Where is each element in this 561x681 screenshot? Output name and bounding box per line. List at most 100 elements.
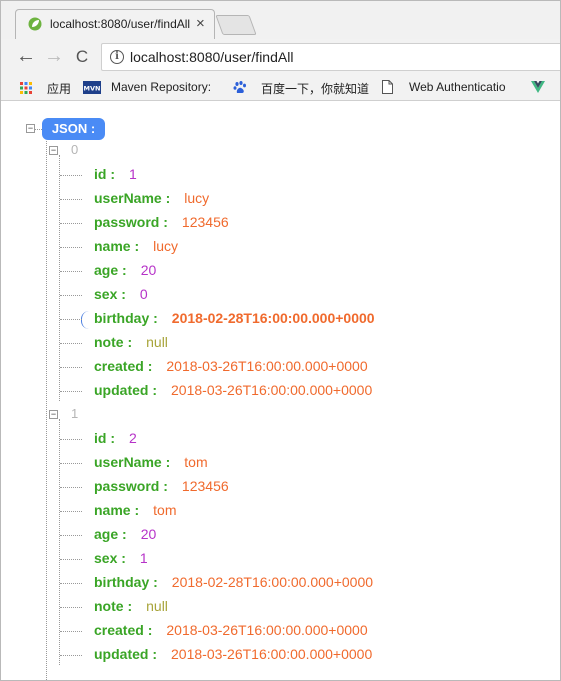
json-field-birthday[interactable]: birthday :2018-02-28T16:00:00.000+0000 (94, 310, 375, 326)
field-colon: : (152, 646, 158, 662)
baidu-paw-icon (233, 81, 246, 93)
json-field-note[interactable]: note : null (94, 598, 168, 614)
url-text[interactable]: localhost:8080/user/findAll (130, 49, 293, 65)
json-field-created[interactable]: created :2018-03-26T16:00:00.000+0000 (94, 622, 368, 638)
field-key: note (94, 334, 124, 350)
mvn-icon: MVN (83, 81, 101, 94)
json-field-userName[interactable]: userName : lucy (94, 190, 209, 206)
field-value: 20 (140, 262, 157, 278)
json-field-age[interactable]: age :20 (94, 526, 156, 542)
json-field-updated[interactable]: updated :2018-03-26T16:00:00.000+0000 (94, 382, 372, 398)
field-colon: : (163, 478, 168, 494)
field-value: 2 (129, 430, 137, 446)
field-value: 0 (139, 286, 148, 302)
item-collapse-toggle[interactable]: − (49, 410, 58, 419)
json-field-password[interactable]: password :123456 (94, 214, 229, 230)
field-key: created (94, 358, 144, 374)
json-field-note[interactable]: note : null (94, 334, 168, 350)
info-icon[interactable]: i (110, 50, 124, 64)
field-colon: : (163, 214, 168, 230)
field-colon: : (165, 190, 171, 206)
scrollbar[interactable] (554, 101, 560, 680)
field-colon: : (134, 502, 140, 518)
field-value: tom (153, 502, 177, 518)
field-colon: : (121, 550, 126, 566)
field-key: id (94, 166, 107, 182)
field-colon: : (147, 358, 153, 374)
bookmark-apps[interactable]: 应用 (47, 80, 71, 97)
tab-close-icon[interactable]: × (196, 15, 205, 32)
field-key: userName (94, 190, 162, 206)
browser-window: localhost:8080/user/findAll × ← → C i lo… (0, 0, 561, 681)
svg-text:MVN: MVN (84, 85, 101, 93)
field-key: name (94, 238, 131, 254)
field-key: sex (94, 550, 118, 566)
field-value: 1 (139, 550, 148, 566)
json-field-name[interactable]: name : lucy (94, 238, 178, 254)
back-button[interactable]: ← (15, 45, 37, 68)
json-field-sex[interactable]: sex :0 (94, 286, 148, 302)
field-value: 2018-02-28T16:00:00.000+0000 (171, 310, 375, 326)
reload-button[interactable]: C (71, 47, 93, 67)
text-cursor-bracket (81, 311, 90, 329)
field-colon: : (121, 286, 126, 302)
json-viewer: − JSON : −0 id :1 userName : lucy password :… (1, 101, 560, 680)
field-key: password (94, 478, 160, 494)
field-key: birthday (94, 574, 150, 590)
field-colon: : (122, 526, 127, 542)
new-tab-button[interactable] (215, 15, 257, 35)
field-value: 2018-03-26T16:00:00.000+0000 (171, 382, 373, 398)
json-field-birthday[interactable]: birthday :2018-02-28T16:00:00.000+0000 (94, 574, 373, 590)
page-icon (382, 80, 393, 94)
field-key: password (94, 214, 160, 230)
json-root-badge[interactable]: JSON : (42, 118, 105, 140)
json-field-created[interactable]: created :2018-03-26T16:00:00.000+0000 (94, 358, 368, 374)
vue-icon[interactable] (531, 81, 545, 93)
toolbar: ← → C i localhost:8080/user/findAll (1, 39, 560, 75)
array-index: 1 (71, 406, 79, 421)
field-key: created (94, 622, 144, 638)
json-field-id[interactable]: id :1 (94, 166, 137, 182)
field-value: null (146, 598, 168, 614)
field-value: lucy (153, 238, 179, 254)
json-field-userName[interactable]: userName : tom (94, 454, 208, 470)
bookmarks-bar: 应用 MVN Maven Repository: 百度一下，你就知道 Web A… (1, 75, 560, 101)
field-colon: : (147, 622, 153, 638)
field-key: updated (94, 646, 149, 662)
json-field-id[interactable]: id :2 (94, 430, 137, 446)
bookmark-baidu[interactable]: 百度一下，你就知道 (261, 80, 369, 97)
browser-tab[interactable]: localhost:8080/user/findAll × (15, 9, 215, 39)
address-bar[interactable]: i localhost:8080/user/findAll (101, 43, 560, 71)
field-colon: : (110, 166, 116, 182)
field-colon: : (127, 598, 133, 614)
field-key: name (94, 502, 131, 518)
field-value: 1 (129, 166, 137, 182)
field-colon: : (152, 382, 158, 398)
field-value: lucy (184, 190, 210, 206)
item-collapse-toggle[interactable]: − (49, 146, 58, 155)
field-key: id (94, 430, 107, 446)
field-colon: : (134, 238, 140, 254)
json-field-age[interactable]: age :20 (94, 262, 156, 278)
field-key: note (94, 598, 124, 614)
field-colon: : (153, 310, 158, 326)
root-collapse-toggle[interactable]: − (26, 124, 35, 133)
field-value: 2018-03-26T16:00:00.000+0000 (166, 358, 368, 374)
forward-button[interactable]: → (43, 45, 65, 68)
json-field-name[interactable]: name : tom (94, 502, 176, 518)
bookmark-web-authentication[interactable]: Web Authenticatio (409, 80, 521, 94)
json-field-password[interactable]: password :123456 (94, 478, 229, 494)
bookmark-maven[interactable]: Maven Repository: (111, 80, 219, 94)
field-value: 123456 (181, 214, 229, 230)
field-key: sex (94, 286, 118, 302)
array-index: 0 (71, 142, 79, 157)
field-key: birthday (94, 310, 150, 326)
field-value: tom (184, 454, 208, 470)
field-colon: : (165, 454, 171, 470)
field-value: 2018-02-28T16:00:00.000+0000 (171, 574, 374, 590)
field-key: age (94, 526, 119, 542)
field-value: 20 (140, 526, 157, 542)
json-field-updated[interactable]: updated :2018-03-26T16:00:00.000+0000 (94, 646, 372, 662)
json-field-sex[interactable]: sex :1 (94, 550, 148, 566)
field-value: 2018-03-26T16:00:00.000+0000 (166, 622, 368, 638)
